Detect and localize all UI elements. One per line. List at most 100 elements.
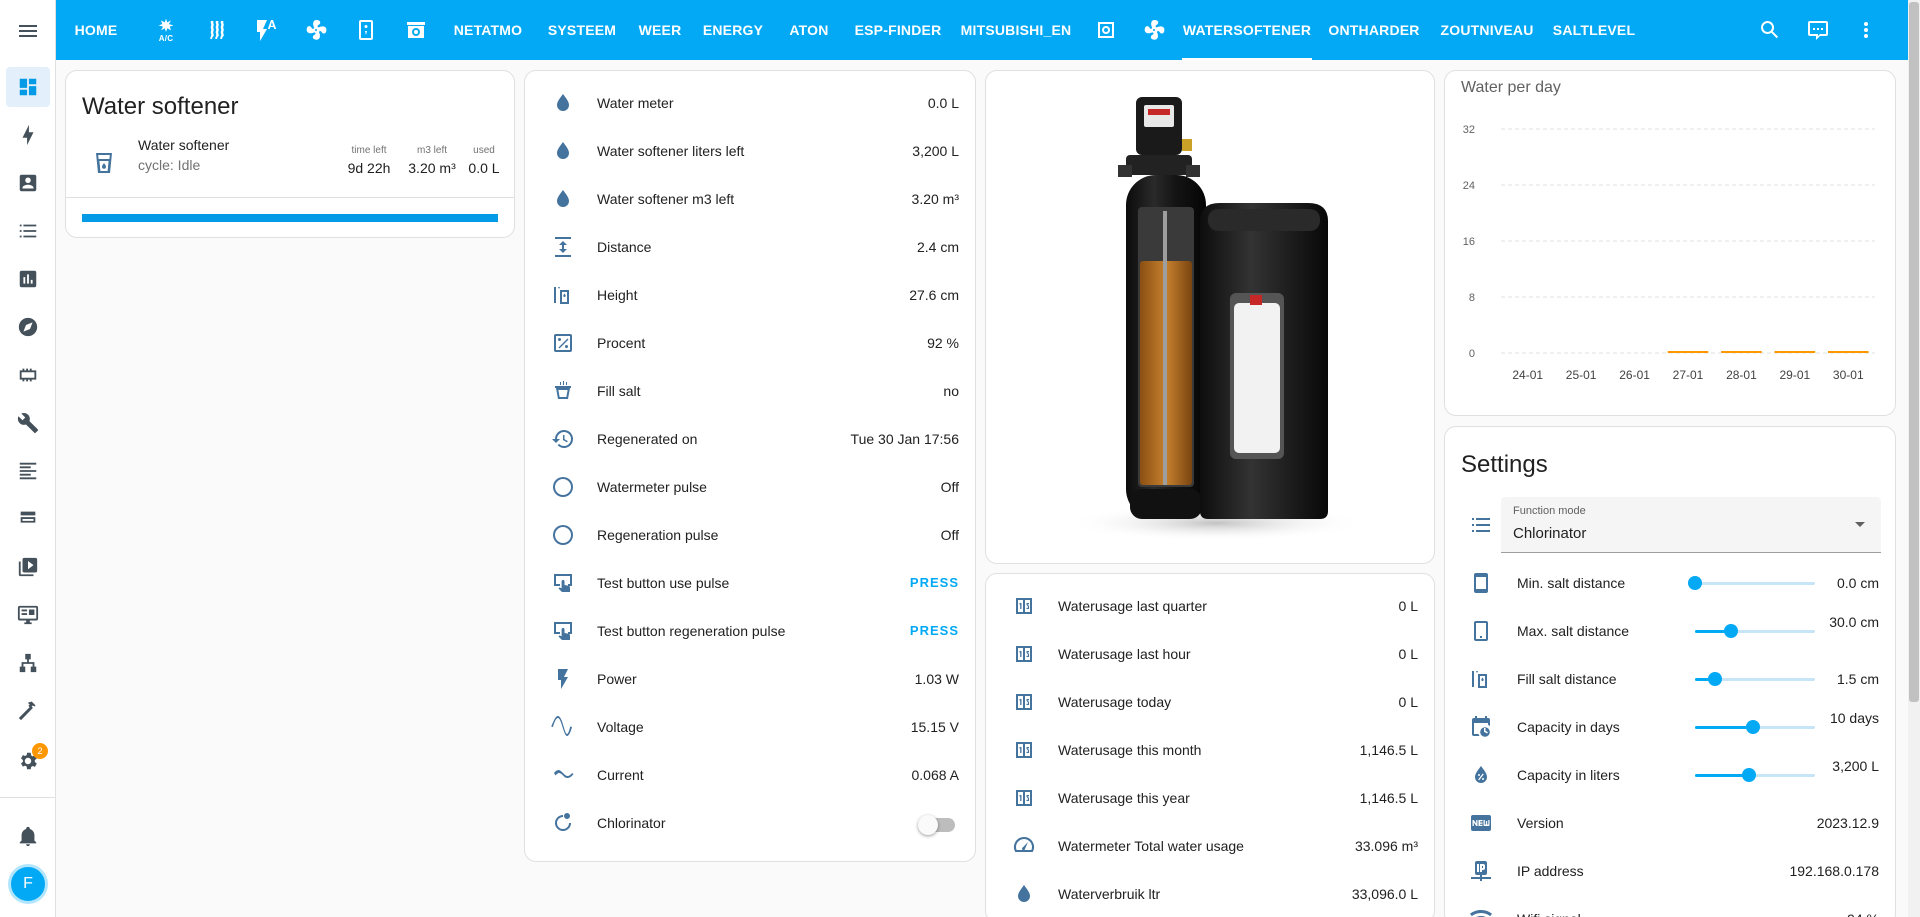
tab-zoutniveau[interactable]: ZOUTNIVEAU <box>1434 0 1540 60</box>
tab-systeem[interactable]: SYSTEEM <box>542 0 622 60</box>
value-slider[interactable] <box>1688 576 1815 590</box>
entity-row[interactable]: Current 0.068 A <box>525 751 975 799</box>
entity-row[interactable]: Water meter 0.0 L <box>525 79 975 127</box>
entity-row[interactable]: Fill salt no <box>525 367 975 415</box>
more-options-button[interactable] <box>1854 18 1878 42</box>
tab-energy[interactable]: ENERGY <box>698 0 768 60</box>
tab-ventilation[interactable] <box>296 0 336 60</box>
entity-row[interactable]: Water softener m3 left 3.20 m³ <box>525 175 975 223</box>
usage-row[interactable]: Waterusage this month 1,146.5 L <box>986 726 1434 774</box>
entity-row[interactable]: Chlorinator <box>525 799 975 847</box>
usage-row[interactable]: Waterusage last hour 0 L <box>986 630 1434 678</box>
comment-processing-icon <box>1808 21 1828 40</box>
tab-esp-finder[interactable]: ESP-FINDER <box>848 0 948 60</box>
chlorinator-toggle[interactable] <box>918 815 955 835</box>
entity-row[interactable]: Test button use pulse PRESS <box>525 559 975 607</box>
tab-power[interactable] <box>246 0 286 60</box>
usage-row[interactable]: Waterusage today 0 L <box>986 678 1434 726</box>
value-slider[interactable] <box>1695 624 1815 638</box>
sidebar-item-logs[interactable] <box>6 451 50 491</box>
sidebar-item-media[interactable] <box>6 547 50 587</box>
press-button[interactable]: PRESS <box>910 575 959 590</box>
entity-row[interactable]: Height 27.6 cm <box>525 271 975 319</box>
sidebar-item-energy[interactable] <box>6 115 50 155</box>
usage-row[interactable]: Watermeter Total water usage 33.096 m³ <box>986 822 1434 870</box>
menu-icon[interactable] <box>0 0 56 62</box>
tab-aton[interactable]: ATON <box>782 0 836 60</box>
entity-row[interactable]: Test button regeneration pulse PRESS <box>525 607 975 655</box>
user-avatar[interactable]: F <box>8 864 48 904</box>
sidebar-item-hacs-tile[interactable] <box>6 355 50 395</box>
tab-home[interactable]: HOME <box>68 0 124 60</box>
sidebar-item-hacs[interactable] <box>6 499 50 539</box>
sidebar-item-overview[interactable] <box>6 67 50 107</box>
tab-saltlevel[interactable]: SALTLEVEL <box>1546 0 1642 60</box>
slider-handle[interactable] <box>1745 720 1760 734</box>
chart-box-icon <box>19 270 37 288</box>
chart-bar[interactable] <box>1827 351 1869 353</box>
function-mode-select[interactable]: Function mode Chlorinator <box>1501 497 1881 553</box>
setting-value: 3,200 L <box>1832 758 1879 774</box>
entity-row[interactable]: Regeneration pulse Off <box>525 511 975 559</box>
sidebar-item-history[interactable] <box>6 259 50 299</box>
attr-value: 9d 22h <box>347 160 391 176</box>
chart-bar[interactable] <box>1721 351 1762 353</box>
toggle-knob[interactable] <box>918 815 938 835</box>
settings-row[interactable]: Version 2023.12.9 <box>1445 799 1895 847</box>
sidebar-item-logbook[interactable] <box>6 211 50 251</box>
sidebar-item-map[interactable] <box>6 163 50 203</box>
entity-row[interactable]: Power 1.03 W <box>525 655 975 703</box>
sidebar-item-compass[interactable] <box>6 307 50 347</box>
usage-row[interactable]: Waterverbruik ltr 33,096.0 L <box>986 870 1434 917</box>
chart-bar[interactable] <box>1667 351 1709 353</box>
settings-row[interactable]: Min. salt distance 0.0 cm <box>1445 559 1895 607</box>
assist-button[interactable] <box>1806 18 1830 42</box>
sidebar-item-developer-tools[interactable] <box>6 691 50 731</box>
value-slider[interactable] <box>1695 720 1815 734</box>
settings-row[interactable]: Capacity in days 10 days <box>1445 703 1895 751</box>
slider-handle[interactable] <box>1724 624 1738 638</box>
slider-handle[interactable] <box>1742 768 1756 782</box>
water-per-day-chart: 0 8 16 24 32 24-01 25-01 26-01 27-01 28-01 29-01 30… <box>1463 124 1875 382</box>
tab-washer[interactable] <box>396 0 436 60</box>
sidebar-item-settings[interactable]: 2 <box>6 741 50 781</box>
entity-row[interactable]: Voltage 15.15 V <box>525 703 975 751</box>
settings-row[interactable]: Wifi signal 94 % <box>1445 895 1895 917</box>
settings-row[interactable]: Max. salt distance 30.0 cm <box>1445 607 1895 655</box>
slider-handle[interactable] <box>1688 576 1702 590</box>
chart-bar[interactable] <box>1774 351 1816 353</box>
search-button[interactable] <box>1758 18 1782 42</box>
settings-row[interactable]: IP address 192.168.0.178 <box>1445 847 1895 895</box>
usage-row[interactable]: Waterusage last quarter 0 L <box>986 582 1434 630</box>
slider-handle[interactable] <box>1708 672 1723 686</box>
tab-watersoftener[interactable]: WATERSOFTENER <box>1182 0 1312 60</box>
tab-ontharder[interactable]: ONTHARDER <box>1324 0 1424 60</box>
tab-netatmo[interactable]: NETATMO <box>448 0 528 60</box>
entity-row[interactable]: Regenerated on Tue 30 Jan 17:56 <box>525 415 975 463</box>
settings-row[interactable]: Capacity in liters 3,200 L <box>1445 751 1895 799</box>
sidebar-item-notifications[interactable] <box>6 816 50 856</box>
tab-weer[interactable]: WEER <box>636 0 684 60</box>
tab-fan[interactable] <box>1134 0 1174 60</box>
entity-value: 27.6 cm <box>909 287 959 303</box>
y-tick-label: 32 <box>1463 124 1475 136</box>
settings-row[interactable]: Fill salt distance 1.5 cm <box>1445 655 1895 703</box>
usage-row[interactable]: Waterusage this year 1,146.5 L <box>986 774 1434 822</box>
tab-heating[interactable] <box>196 0 236 60</box>
sidebar-item-network[interactable] <box>6 643 50 683</box>
press-button[interactable]: PRESS <box>910 623 959 638</box>
value-slider[interactable] <box>1695 672 1815 686</box>
entity-row[interactable]: Procent 92 % <box>525 319 975 367</box>
value-slider[interactable] <box>1695 768 1815 782</box>
entity-row[interactable]: Distance 2.4 cm <box>525 223 975 271</box>
tab-camera[interactable] <box>1086 0 1126 60</box>
tab-mitsubishi-en[interactable]: MITSUBISHI_EN <box>954 0 1078 60</box>
entity-row[interactable]: Water softener liters left 3,200 L <box>525 127 975 175</box>
page-scrollbar-thumb[interactable] <box>1909 2 1919 702</box>
sidebar-item-tools[interactable] <box>6 403 50 443</box>
tab-ac[interactable]: A/C <box>146 0 186 60</box>
sidebar-item-terminal[interactable] <box>6 595 50 635</box>
sensor-entities-card: Water meter 0.0 L Water softener liters le… <box>524 70 976 862</box>
tab-boiler[interactable] <box>346 0 386 60</box>
entity-row[interactable]: Watermeter pulse Off <box>525 463 975 511</box>
